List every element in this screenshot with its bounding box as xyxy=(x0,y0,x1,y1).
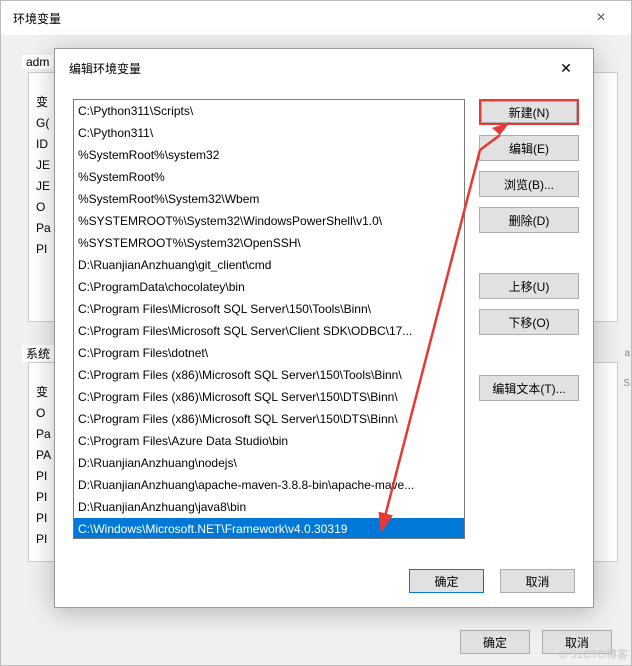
side-text: S xyxy=(623,378,630,389)
path-item[interactable]: %SystemRoot%\System32\Wbem xyxy=(74,188,464,210)
path-item[interactable]: %SYSTEMROOT%\System32\OpenSSH\ xyxy=(74,232,464,254)
user-vars-group-label: adm xyxy=(22,55,53,69)
close-icon[interactable]: ✕ xyxy=(549,57,583,79)
path-item[interactable]: C:\Python311\ xyxy=(74,122,464,144)
path-item[interactable]: D:\RuanjianAnzhuang\git_client\cmd xyxy=(74,254,464,276)
side-buttons: 新建(N) 编辑(E) 浏览(B)... 删除(D) 上移(U) 下移(O) 编… xyxy=(479,99,579,551)
path-item[interactable]: C:\Python311\Scripts\ xyxy=(74,100,464,122)
delete-button[interactable]: 删除(D) xyxy=(479,207,579,233)
path-item[interactable]: %SystemRoot% xyxy=(74,166,464,188)
path-item[interactable]: C:\Program Files\Azure Data Studio\bin xyxy=(74,430,464,452)
path-item[interactable]: D:\RuanjianAnzhuang\apache-maven-3.8.8-b… xyxy=(74,474,464,496)
path-item[interactable]: %SystemRoot%\system32 xyxy=(74,144,464,166)
path-item[interactable]: C:\Windows\Microsoft.NET\Framework\v4.0.… xyxy=(74,518,464,539)
watermark: ⊙ 51CTO博客 xyxy=(558,646,628,662)
new-button[interactable]: 新建(N) xyxy=(481,101,577,123)
path-item[interactable]: D:\RuanjianAnzhuang\java8\bin xyxy=(74,496,464,518)
path-item[interactable]: C:\ProgramData\chocolatey\bin xyxy=(74,276,464,298)
edittext-button[interactable]: 编辑文本(T)... xyxy=(479,375,579,401)
sys-vars-group-label: 系统 xyxy=(22,345,54,362)
path-item[interactable]: C:\Program Files\Microsoft SQL Server\Cl… xyxy=(74,320,464,342)
path-item[interactable]: C:\Program Files (x86)\Microsoft SQL Ser… xyxy=(74,386,464,408)
browse-button[interactable]: 浏览(B)... xyxy=(479,171,579,197)
moveup-button[interactable]: 上移(U) xyxy=(479,273,579,299)
path-item[interactable]: D:\RuanjianAnzhuang\nodejs\ xyxy=(74,452,464,474)
cancel-button[interactable]: 取消 xyxy=(500,569,575,593)
path-item[interactable]: C:\Program Files (x86)\Microsoft SQL Ser… xyxy=(74,364,464,386)
env-vars-titlebar: 环境变量 × xyxy=(1,1,631,35)
movedown-button[interactable]: 下移(O) xyxy=(479,309,579,335)
path-list[interactable]: C:\Python311\Scripts\C:\Python311\%Syste… xyxy=(73,99,465,539)
edit-env-var-titlebar: 编辑环境变量 ✕ xyxy=(55,49,593,87)
edit-env-var-footer: 确定 取消 xyxy=(55,559,593,607)
new-button-highlight: 新建(N) xyxy=(479,99,579,125)
path-item[interactable]: C:\Program Files (x86)\Microsoft SQL Ser… xyxy=(74,408,464,430)
edit-button[interactable]: 编辑(E) xyxy=(479,135,579,161)
edit-env-var-content: C:\Python311\Scripts\C:\Python311\%Syste… xyxy=(55,87,593,559)
path-item[interactable]: C:\Program Files\Microsoft SQL Server\15… xyxy=(74,298,464,320)
side-text: a xyxy=(624,348,630,359)
ok-button[interactable]: 确定 xyxy=(409,569,484,593)
ok-button[interactable]: 确定 xyxy=(460,630,530,654)
env-vars-title: 环境变量 xyxy=(13,10,61,27)
path-item[interactable]: C:\Program Files\dotnet\ xyxy=(74,342,464,364)
edit-env-var-dialog: 编辑环境变量 ✕ C:\Python311\Scripts\C:\Python3… xyxy=(54,48,594,608)
edit-env-var-title: 编辑环境变量 xyxy=(69,60,141,77)
close-icon[interactable]: × xyxy=(583,9,619,27)
path-item[interactable]: %SYSTEMROOT%\System32\WindowsPowerShell\… xyxy=(74,210,464,232)
